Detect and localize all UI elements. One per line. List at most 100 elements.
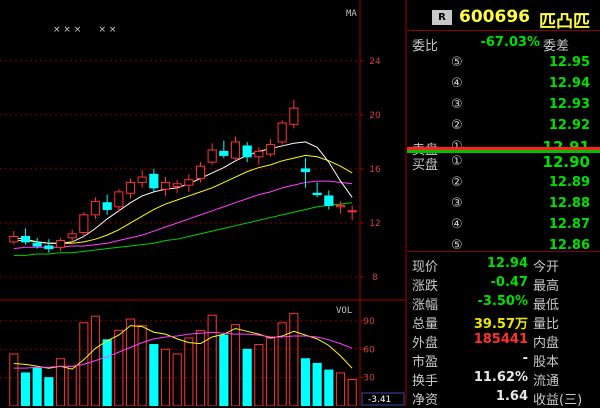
candle-body	[67, 233, 77, 239]
stat-value: 1.64	[495, 389, 528, 404]
candle-body	[335, 204, 346, 208]
candle-body	[172, 183, 182, 187]
bid-price: 12.89	[548, 175, 590, 190]
ask-level-4[interactable]: ④ 12.94	[407, 74, 600, 94]
bid-level-1[interactable]: 买盘 ① 12.90	[407, 152, 600, 173]
main-indicator-label: MA	[346, 9, 357, 19]
stat-row: 净资 1.64 收益(三)	[407, 387, 600, 408]
bid-level-2[interactable]: ② 12.89	[407, 173, 600, 193]
quote-panel: R 600696 匹凸匹 委比 -67.03% 委差 ⑤ 12.95 ④ 12.94 ③…	[407, 0, 600, 408]
stat-label-2: 收益(三)	[533, 393, 583, 408]
volume-bar	[184, 337, 194, 406]
candle-body	[324, 195, 334, 206]
ask-level-number: ③	[451, 97, 463, 112]
price-tick-label: 12	[369, 219, 380, 229]
price-tick-label: 8	[372, 273, 378, 283]
ask-price: 12.92	[548, 118, 590, 133]
volume-tick-label: 30	[363, 374, 375, 384]
stock-terminal: 24 20 16 12 8 90 60 30 MA VOL × × × × × -3.41 R 600…	[0, 0, 600, 408]
ask-level-number: ②	[451, 118, 463, 133]
candle-body	[195, 165, 206, 179]
volume-bar	[242, 348, 252, 406]
volume-bar	[67, 365, 77, 406]
ask-level-5[interactable]: ⑤ 12.95	[407, 53, 600, 73]
candle-body	[277, 122, 287, 143]
volume-indicator-label: VOL	[336, 306, 352, 316]
stat-row: 换手 11.62% 流通	[407, 368, 600, 389]
volume-bar	[219, 334, 229, 406]
candle-body	[207, 149, 217, 163]
candle-body	[20, 235, 31, 243]
candle-body	[32, 242, 42, 247]
stat-row: 总量 39.57万 量比	[407, 311, 600, 332]
candle-body	[230, 141, 241, 159]
volume-bar	[149, 344, 159, 406]
ma5-line	[13, 141, 353, 244]
stat-label: 净资	[412, 393, 439, 408]
bid-level-5[interactable]: ⑤ 12.86	[407, 236, 600, 256]
candle-body	[347, 210, 357, 213]
bid-level-3[interactable]: ③ 12.88	[407, 194, 600, 214]
bid-level-number: ②	[451, 175, 463, 190]
indicator-marks: × × × × ×	[53, 25, 116, 35]
volume-bar	[254, 344, 264, 406]
volume-bar	[32, 367, 42, 406]
stock-code: 600696	[459, 7, 530, 27]
candle-body	[289, 107, 299, 125]
candle-body	[149, 173, 159, 189]
stat-row: 涨幅 -3.50% 最低	[407, 292, 600, 313]
volume-bar	[265, 337, 276, 406]
volume-bar	[20, 372, 31, 406]
candle-body	[137, 176, 147, 183]
divider	[407, 251, 600, 252]
volume-bar	[44, 377, 54, 406]
ask-price: 12.95	[548, 55, 590, 70]
price-volume-chart[interactable]: 24 20 16 12 8 90 60 30 MA VOL × × × × × -3.41	[0, 0, 407, 406]
weibi-value: -67.03%	[480, 35, 540, 50]
ma20-line	[13, 180, 353, 250]
stat-row: 外盘 185441 内盘	[407, 330, 600, 351]
price-tick-label: 16	[369, 165, 381, 175]
candle-body	[90, 200, 101, 216]
ask-level-2[interactable]: ② 12.92	[407, 116, 600, 136]
ask-level-number: ⑤	[451, 55, 463, 70]
stock-name: 匹凸匹	[539, 12, 590, 32]
volume-bar	[172, 353, 182, 406]
volume-bar	[9, 353, 19, 406]
buy-label: 买盘	[412, 158, 439, 173]
volume-bar	[207, 314, 217, 406]
r-badge: R	[432, 10, 452, 25]
value-readout: -3.41	[368, 395, 391, 405]
candle-body	[265, 144, 276, 155]
ask-price: 12.94	[548, 76, 590, 91]
bid-price: 12.87	[548, 217, 590, 232]
volume-bar	[125, 318, 136, 406]
stat-value: -3.50%	[477, 294, 529, 309]
volume-tick-label: 90	[363, 317, 375, 327]
ask-level-number: ④	[451, 76, 463, 91]
stat-value: -0.47	[490, 275, 528, 290]
candle-body	[312, 192, 322, 196]
stock-header: R 600696 匹凸匹	[407, 7, 600, 32]
candle-body	[114, 191, 124, 208]
bid-price: 12.90	[542, 153, 590, 171]
candle-body	[55, 240, 66, 248]
weibi-label: 委比	[412, 39, 439, 54]
stat-row: 市盈 - 股本	[407, 349, 600, 370]
ask-price: 12.93	[548, 97, 590, 112]
stat-row: 现价 12.94 今开	[407, 254, 600, 275]
bid-level-number: ①	[451, 154, 463, 169]
ask-level-3[interactable]: ③ 12.93	[407, 95, 600, 115]
price-tick-label: 20	[369, 111, 381, 121]
candle-body	[9, 235, 19, 243]
volume-bar	[289, 312, 299, 406]
volume-bar	[114, 329, 124, 406]
spread-divider	[407, 147, 600, 150]
divider	[407, 30, 600, 31]
volume-bar	[230, 324, 241, 406]
stat-value: -	[522, 351, 528, 366]
candle-body	[184, 179, 194, 186]
volume-bar	[347, 379, 357, 406]
bid-level-4[interactable]: ④ 12.87	[407, 215, 600, 235]
candle-body	[44, 245, 54, 250]
